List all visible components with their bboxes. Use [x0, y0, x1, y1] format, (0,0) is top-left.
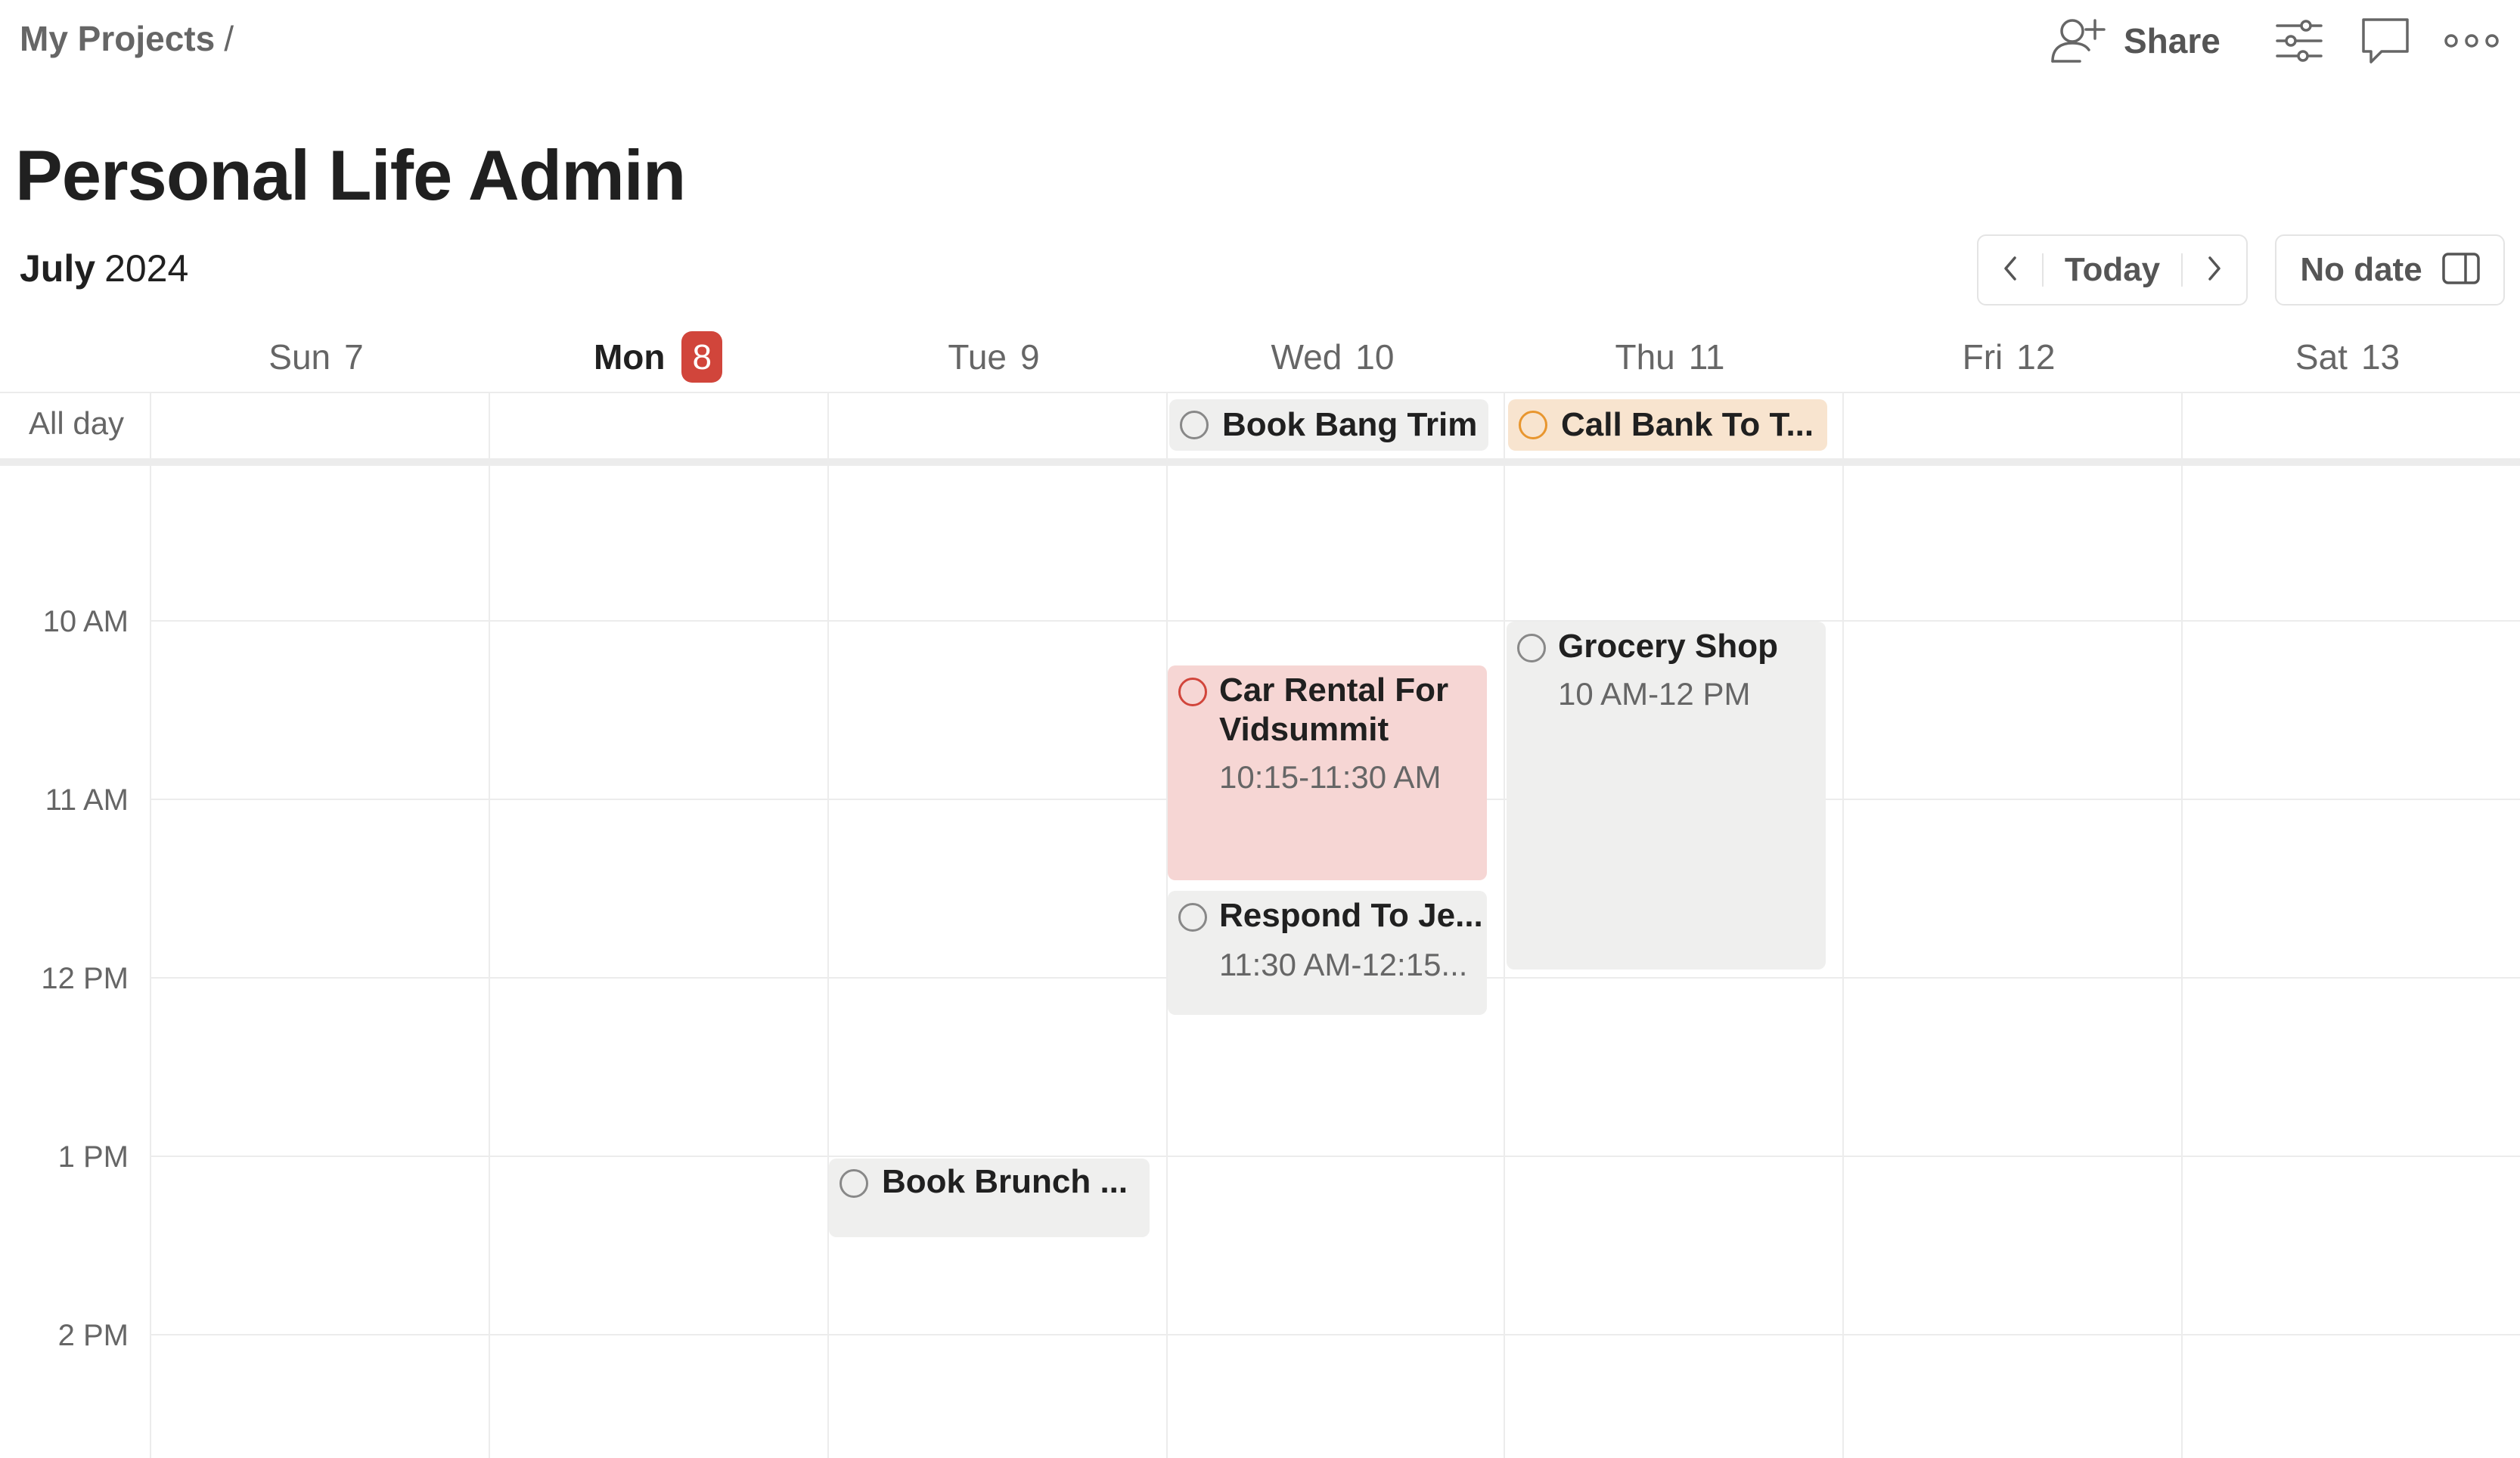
- date-navigation: Today: [1977, 234, 2248, 306]
- hour-label: 11 AM: [45, 783, 129, 817]
- column-divider: [150, 392, 151, 1458]
- today-badge: 8: [681, 331, 723, 383]
- column-divider: [489, 392, 490, 1458]
- day-header-sun[interactable]: Sun 7: [147, 330, 486, 384]
- event-time: 10:15-11:30 AM: [1219, 759, 1442, 795]
- more-icon: [2444, 32, 2500, 50]
- hour-label: 2 PM: [57, 1319, 129, 1352]
- view-options-button[interactable]: [2269, 11, 2329, 71]
- day-name: Sun: [268, 337, 331, 377]
- day-number: 11: [1688, 337, 1725, 377]
- day-number: 10: [1355, 337, 1395, 377]
- share-label: Share: [2124, 21, 2221, 60]
- task-checkbox[interactable]: [1517, 634, 1546, 662]
- event-car-rental[interactable]: Car Rental For Vidsummit 10:15-11:30 AM: [1168, 665, 1487, 880]
- all-day-top-border: [0, 392, 2520, 393]
- event-title: Respond To Je...: [1219, 897, 1483, 934]
- year: 2024: [104, 247, 189, 290]
- no-date-button[interactable]: No date: [2275, 234, 2505, 306]
- event-title: Book Brunch ...: [882, 1163, 1128, 1200]
- hour-label: 10 AM: [42, 605, 129, 638]
- day-header-sat[interactable]: Sat 13: [2178, 330, 2517, 384]
- day-number: 9: [1019, 337, 1040, 377]
- day-header-wed[interactable]: Wed 10: [1163, 330, 1502, 384]
- task-checkbox[interactable]: [1178, 903, 1207, 932]
- breadcrumb-link[interactable]: My Projects: [20, 19, 215, 58]
- event-time: 11:30 AM-12:15...: [1219, 947, 1468, 982]
- month-name: July: [20, 247, 96, 290]
- hour-label: 12 PM: [41, 962, 129, 995]
- page-title: Personal Life Admin: [15, 135, 686, 215]
- task-checkbox[interactable]: [1178, 678, 1207, 706]
- hour-label: 1 PM: [57, 1140, 129, 1174]
- add-person-icon: [2050, 16, 2107, 66]
- event-book-brunch[interactable]: Book Brunch ...: [829, 1159, 1150, 1237]
- event-title-line2: Vidsummit: [1219, 711, 1389, 748]
- day-name: Wed: [1271, 337, 1342, 377]
- task-checkbox[interactable]: [1180, 411, 1209, 439]
- all-day-label: All day: [29, 405, 125, 441]
- event-title: Call Bank To T...: [1561, 406, 1814, 443]
- hour-line: [150, 1156, 2520, 1157]
- task-checkbox[interactable]: [839, 1169, 868, 1198]
- task-checkbox[interactable]: [1519, 411, 1547, 439]
- next-week-button[interactable]: [2183, 236, 2246, 304]
- allday-event-book-bang-trim[interactable]: Book Bang Trim: [1169, 399, 1488, 451]
- breadcrumb-separator: /: [224, 19, 234, 58]
- event-title-line1: Car Rental For: [1219, 672, 1449, 709]
- day-name: Thu: [1615, 337, 1675, 377]
- column-divider: [1842, 392, 1844, 1458]
- column-divider: [827, 392, 829, 1458]
- day-header-thu[interactable]: Thu 11: [1501, 330, 1839, 384]
- event-grocery-shop[interactable]: Grocery Shop 10 AM-12 PM: [1507, 622, 1826, 969]
- event-respond-to[interactable]: Respond To Je... 11:30 AM-12:15...: [1168, 891, 1487, 1015]
- comments-button[interactable]: [2355, 11, 2416, 71]
- day-header-mon[interactable]: Mon 8: [489, 330, 827, 384]
- sliders-icon: [2276, 20, 2323, 62]
- day-number: 7: [344, 337, 364, 377]
- day-name: Tue: [948, 337, 1007, 377]
- event-title: Book Bang Trim: [1222, 406, 1478, 443]
- no-date-label: No date: [2300, 251, 2422, 288]
- month-label: July 2024: [20, 247, 188, 290]
- day-name: Fri: [1962, 337, 2003, 377]
- hour-line: [150, 1334, 2520, 1335]
- day-header-fri[interactable]: Fri 12: [1839, 330, 2178, 384]
- day-number: 13: [2360, 337, 2401, 377]
- previous-week-button[interactable]: [1978, 236, 2042, 304]
- event-time: 10 AM-12 PM: [1558, 676, 1751, 712]
- today-button[interactable]: Today: [2044, 251, 2181, 289]
- column-divider: [1504, 392, 1505, 1458]
- day-number: 12: [2016, 337, 2056, 377]
- allday-event-call-bank[interactable]: Call Bank To T...: [1508, 399, 1827, 451]
- share-button[interactable]: Share: [2050, 14, 2221, 68]
- day-name: Mon: [593, 337, 666, 377]
- event-title: Grocery Shop: [1558, 628, 1778, 665]
- all-day-separator: [0, 458, 2520, 466]
- day-name: Sat: [2295, 337, 2348, 377]
- breadcrumb[interactable]: My Projects /: [20, 18, 234, 59]
- more-button[interactable]: [2441, 11, 2502, 71]
- day-header-tue[interactable]: Tue 9: [824, 330, 1163, 384]
- chevron-left-icon: [2001, 255, 2019, 286]
- chevron-right-icon: [2205, 255, 2224, 286]
- hour-line: [150, 620, 2520, 622]
- sidebar-panel-icon: [2441, 252, 2480, 288]
- comment-icon: [2359, 15, 2412, 67]
- column-divider: [2181, 392, 2183, 1458]
